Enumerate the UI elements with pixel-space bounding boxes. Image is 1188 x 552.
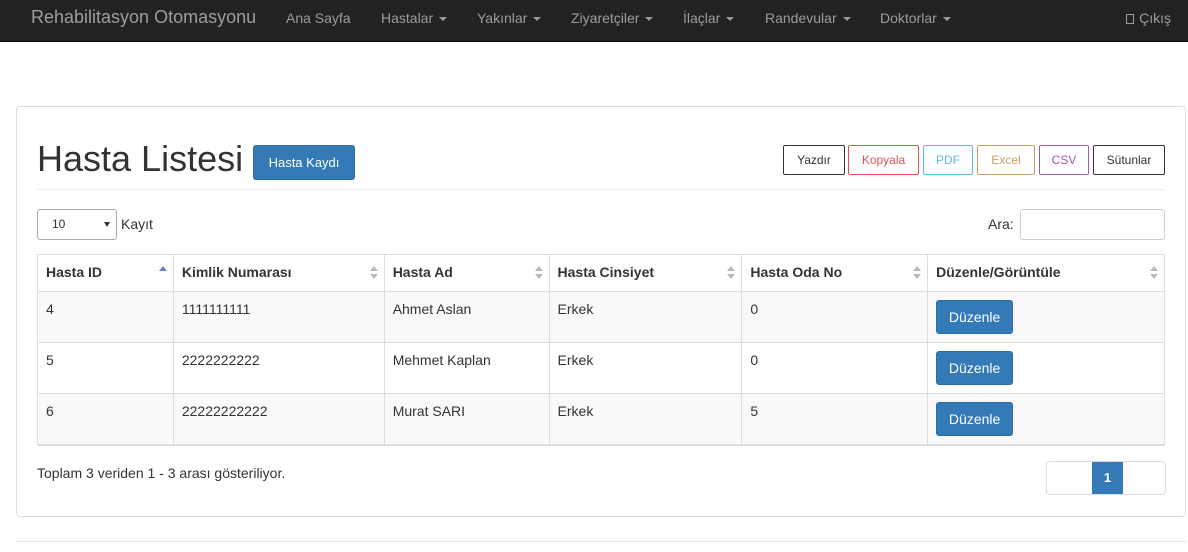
- nav-label: Yakınlar: [477, 10, 528, 26]
- header-label: Kimlik Numarası: [181, 264, 292, 280]
- edit-button[interactable]: Düzenle: [936, 402, 1014, 436]
- logout-link[interactable]: Çıkış: [1126, 10, 1171, 26]
- page-length-label: Kayıt: [121, 216, 153, 232]
- nav-item-hastalar[interactable]: Hastalar: [381, 10, 448, 26]
- header-divider: [37, 189, 1165, 190]
- caret-down-icon: [842, 17, 851, 22]
- navbar-brand[interactable]: Rehabilitasyon Otomasyonu: [31, 7, 256, 27]
- cell-oda: 0: [741, 291, 929, 343]
- col-header-hasta-id[interactable]: Hasta ID: [37, 254, 174, 292]
- csv-button[interactable]: CSV: [1039, 145, 1089, 175]
- nav-label: Randevular: [765, 10, 837, 26]
- nav-label: Hastalar: [381, 10, 434, 26]
- cell-id: 6: [37, 393, 174, 446]
- dropdown-arrow-icon: [104, 222, 110, 227]
- col-header-oda[interactable]: Hasta Oda No: [741, 254, 929, 292]
- top-navbar: Rehabilitasyon Otomasyonu Ana Sayfa Hast…: [0, 0, 1188, 42]
- nav-item-randevular[interactable]: Randevular: [765, 10, 851, 26]
- caret-down-icon: [645, 17, 654, 22]
- pagination: 1: [1046, 461, 1166, 495]
- nav-item-yakinlar[interactable]: Yakınlar: [477, 10, 542, 26]
- cell-action: Düzenle: [927, 291, 1165, 343]
- cell-ad: Murat SARI: [383, 393, 550, 446]
- sort-icon: [1150, 266, 1158, 280]
- table-row: 6 22222222222 Murat SARI Erkek 5 Düzenle: [37, 393, 1165, 446]
- page-title: Hasta Listesi: [37, 138, 244, 179]
- header-label: Hasta Ad: [392, 264, 453, 280]
- sort-icon: [369, 266, 378, 280]
- sort-icon: [534, 266, 543, 280]
- nav-item-ilaclar[interactable]: İlaçlar: [683, 10, 735, 26]
- patient-list-panel: Hasta Listesi Hasta Kaydı Yazdır Kopyala…: [16, 106, 1186, 517]
- edit-button[interactable]: Düzenle: [936, 300, 1014, 334]
- cell-ad: Mehmet Kaplan: [383, 342, 550, 394]
- nav-item-ana-sayfa[interactable]: Ana Sayfa: [286, 10, 351, 26]
- caret-down-icon: [726, 17, 735, 22]
- edit-button[interactable]: Düzenle: [936, 351, 1014, 385]
- sort-icon: [727, 266, 736, 280]
- col-header-cinsiyet[interactable]: Hasta Cinsiyet: [548, 254, 743, 292]
- header-label: Düzenle/Görüntüle: [936, 264, 1061, 280]
- header-label: Hasta Oda No: [750, 264, 843, 280]
- excel-button[interactable]: Excel: [977, 145, 1035, 175]
- copy-button[interactable]: Kopyala: [848, 145, 919, 175]
- print-button[interactable]: Yazdır: [783, 145, 845, 175]
- caret-down-icon: [439, 17, 448, 22]
- cell-cinsiyet: Erkek: [548, 342, 743, 394]
- search-input[interactable]: [1020, 209, 1165, 240]
- logout-label: Çıkış: [1139, 10, 1171, 26]
- table-info-text: Toplam 3 veriden 1 - 3 arası gösteriliyo…: [37, 465, 286, 481]
- header-label: Hasta Cinsiyet: [557, 264, 655, 280]
- caret-down-icon: [533, 17, 542, 22]
- columns-button[interactable]: Sütunlar: [1093, 145, 1165, 175]
- nav-label: Ziyaretçiler: [571, 10, 640, 26]
- pagination-page-1[interactable]: 1: [1092, 462, 1123, 494]
- header-label: Hasta ID: [46, 264, 103, 280]
- table-row: 5 2222222222 Mehmet Kaplan Erkek 0 Düzen…: [37, 342, 1165, 394]
- pagination-previous[interactable]: [1047, 462, 1093, 494]
- col-header-ad[interactable]: Hasta Ad: [383, 254, 550, 292]
- cell-ad: Ahmet Aslan: [383, 291, 550, 343]
- page-length-value: 10: [52, 217, 66, 231]
- nav-item-ziyaretciler[interactable]: Ziyaretçiler: [571, 10, 654, 26]
- sort-asc-icon: [158, 266, 167, 280]
- cell-kimlik: 1111111111: [172, 291, 385, 343]
- table-row: 4 1111111111 Ahmet Aslan Erkek 0 Düzenle: [37, 291, 1165, 343]
- nav-item-doktorlar[interactable]: Doktorlar: [880, 10, 951, 26]
- nav-label: Doktorlar: [880, 10, 937, 26]
- cell-oda: 5: [741, 393, 929, 446]
- table-header-row: Hasta ID Kimlik Numarası Hasta Ad Hasta …: [37, 254, 1165, 292]
- col-header-duzenle[interactable]: Düzenle/Görüntüle: [927, 254, 1165, 292]
- cell-oda: 0: [741, 342, 929, 394]
- sort-icon: [913, 266, 922, 280]
- patient-table: Hasta ID Kimlik Numarası Hasta Ad Hasta …: [37, 254, 1165, 446]
- cell-id: 5: [37, 342, 174, 394]
- logout-icon: [1126, 14, 1135, 24]
- cell-cinsiyet: Erkek: [548, 393, 743, 446]
- add-patient-button[interactable]: Hasta Kaydı: [253, 145, 355, 180]
- col-header-kimlik[interactable]: Kimlik Numarası: [172, 254, 385, 292]
- footer-divider: [16, 541, 1186, 542]
- cell-kimlik: 22222222222: [172, 393, 385, 446]
- cell-action: Düzenle: [927, 393, 1165, 446]
- page-length-select[interactable]: 10: [37, 209, 117, 240]
- pdf-button[interactable]: PDF: [923, 145, 973, 175]
- cell-cinsiyet: Erkek: [548, 291, 743, 343]
- nav-label: Ana Sayfa: [286, 10, 351, 26]
- nav-label: İlaçlar: [683, 10, 721, 26]
- search-label: Ara:: [988, 216, 1014, 232]
- cell-kimlik: 2222222222: [172, 342, 385, 394]
- cell-action: Düzenle: [927, 342, 1165, 394]
- cell-id: 4: [37, 291, 174, 343]
- caret-down-icon: [942, 17, 951, 22]
